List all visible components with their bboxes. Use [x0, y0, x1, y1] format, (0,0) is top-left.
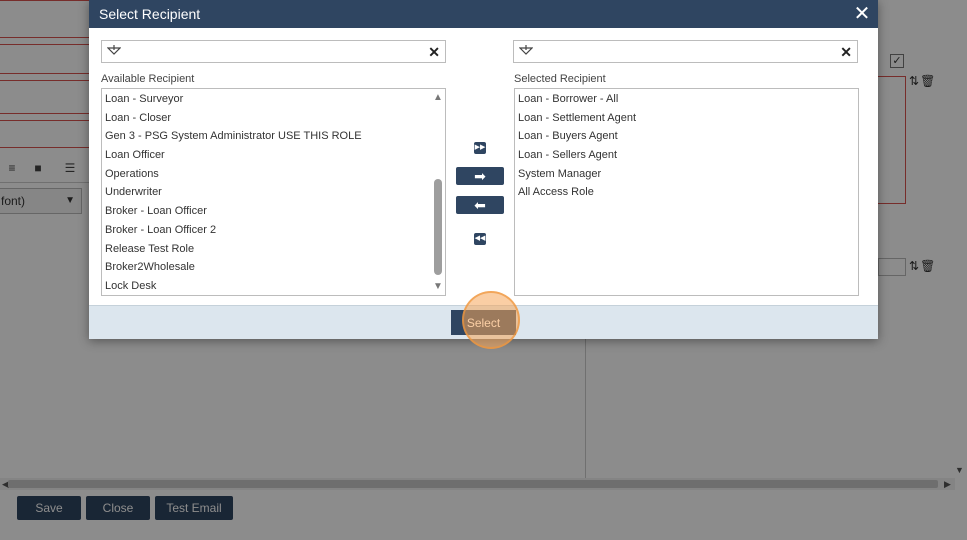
scroll-up-icon[interactable]: ▲	[432, 92, 444, 104]
list-item[interactable]: Loan - Settlement Agent	[515, 109, 858, 128]
move-right-arrow-icon[interactable]: ➡	[456, 167, 504, 185]
close-icon[interactable]: ✕	[852, 3, 872, 25]
available-list[interactable]: Loan - Surveyor Loan - Closer Gen 3 - PS…	[101, 88, 446, 296]
list-item[interactable]: Loan - Borrower - All	[515, 90, 858, 109]
filter-icon	[519, 45, 533, 55]
list-item[interactable]: Underwriter	[102, 183, 445, 202]
available-search: ✕	[101, 40, 446, 63]
scrollbar-thumb[interactable]	[434, 179, 442, 275]
dialog-footer: Select	[89, 291, 878, 349]
list-item[interactable]: Broker - Loan Officer 2	[102, 221, 445, 240]
list-item[interactable]: Loan - Sellers Agent	[515, 146, 858, 165]
move-all-left-icon[interactable]: ◀◀	[474, 233, 486, 245]
select-recipient-dialog: Select Recipient ✕ ✕ ✕ Available Recipie…	[89, 0, 878, 349]
dialog-header: Select Recipient ✕	[89, 0, 878, 28]
list-item[interactable]: Release Test Role	[102, 240, 445, 259]
dialog-title: Select Recipient	[99, 6, 201, 22]
list-item[interactable]: Gen 3 - PSG System Administrator USE THI…	[102, 127, 445, 146]
select-button[interactable]: Select	[451, 310, 516, 335]
clear-icon[interactable]: ✕	[428, 42, 440, 62]
selected-list[interactable]: Loan - Borrower - All Loan - Settlement …	[514, 88, 859, 296]
list-item[interactable]: All Access Role	[515, 183, 858, 202]
selected-search-input[interactable]	[538, 43, 838, 60]
list-item[interactable]: System Manager	[515, 165, 858, 184]
list-item[interactable]: Broker2Wholesale	[102, 258, 445, 277]
available-search-input[interactable]	[126, 43, 426, 60]
list-item[interactable]: Loan Officer	[102, 146, 445, 165]
list-item[interactable]: Loan - Buyers Agent	[515, 127, 858, 146]
selected-search: ✕	[513, 40, 858, 63]
list-item[interactable]: Broker - Loan Officer	[102, 202, 445, 221]
clear-icon[interactable]: ✕	[840, 42, 852, 62]
filter-icon	[107, 45, 121, 55]
list-item[interactable]: Loan - Surveyor	[102, 90, 445, 109]
scroll-down-icon[interactable]: ▼	[432, 281, 444, 293]
vertical-scrollbar[interactable]: ▲ ▼	[431, 89, 445, 295]
selected-label: Selected Recipient	[514, 73, 606, 85]
available-label: Available Recipient	[101, 73, 195, 85]
list-item[interactable]: Loan - Closer	[102, 109, 445, 128]
move-all-right-icon[interactable]: ▶▶	[474, 142, 486, 154]
list-item[interactable]: Operations	[102, 165, 445, 184]
list-item[interactable]: Lock Desk	[102, 277, 445, 295]
move-left-arrow-icon[interactable]: ⬅	[456, 196, 504, 214]
